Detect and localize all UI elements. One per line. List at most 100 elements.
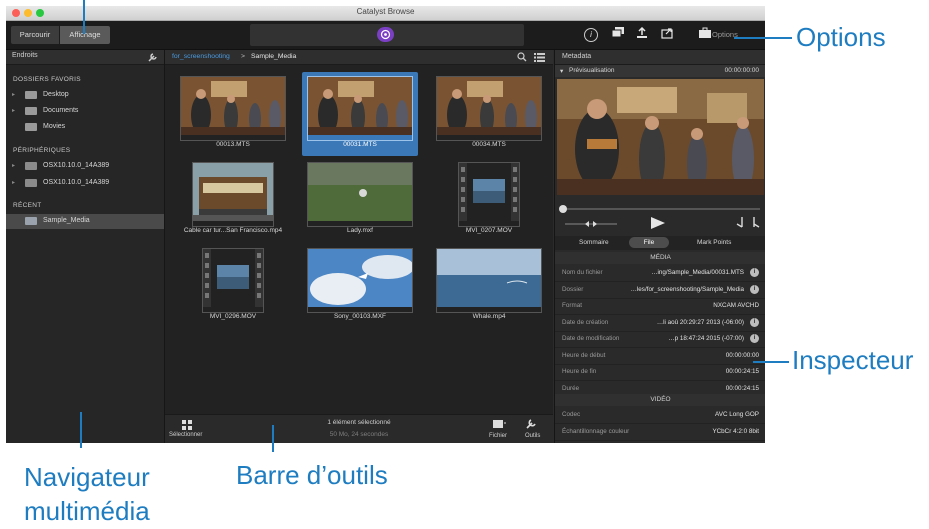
tools-wrench-icon[interactable] [525, 418, 537, 430]
drive-icon [25, 179, 37, 187]
preview-timecode: 00:00:00:00 [724, 67, 759, 74]
video-section-heading: VIDÉO [555, 394, 765, 406]
metadata-key: Nom du fichier [562, 269, 603, 276]
drive-icon [25, 217, 37, 225]
inspector-tabs: Sommaire File Mark Points [555, 236, 765, 250]
callout-line-view-tab [83, 0, 85, 34]
media-thumbnail[interactable] [458, 162, 520, 227]
media-item[interactable]: Whale.mp4 [431, 244, 547, 328]
metadata-key: Échantillonnage couleur [562, 427, 630, 435]
media-thumbnail[interactable] [202, 248, 264, 313]
drive-icon [25, 162, 37, 170]
sidebar-item-device[interactable]: ▸ OSX10.10.0_14A389 [6, 159, 164, 174]
media-filename: MVI_0296.MOV [209, 313, 257, 320]
breadcrumb-parent[interactable]: for_screenshooting [172, 53, 230, 60]
media-filename: 00031.MTS [343, 141, 377, 148]
tab-file[interactable]: File [629, 237, 669, 248]
media-item[interactable]: 00013.MTS [175, 72, 291, 156]
sidebar-item-documents[interactable]: ▸ Documents [6, 104, 164, 119]
info-icon[interactable]: i [584, 28, 598, 42]
disclosure-arrow-icon[interactable]: ▸ [12, 91, 15, 98]
share-icon[interactable] [658, 27, 676, 43]
tab-summary[interactable]: Sommaire [579, 239, 609, 246]
list-view-icon[interactable] [534, 52, 545, 62]
callout-line-options [734, 37, 792, 39]
mark-in-icon[interactable] [735, 217, 745, 229]
play-icon[interactable] [650, 216, 666, 230]
metadata-key: Heure de début [562, 351, 606, 359]
breadcrumb-separator: > [241, 53, 245, 60]
devices-heading: PÉRIPHÉRIQUES [13, 147, 71, 154]
window-title: Catalyst Browse [356, 7, 415, 16]
metadata-key: Heure de fin [562, 368, 597, 375]
media-item[interactable]: MVI_0296.MOV [175, 244, 291, 328]
file-menu-button[interactable]: Fichier [489, 433, 507, 439]
info-icon[interactable]: i [750, 317, 759, 327]
media-item[interactable]: Cable car tur...San Francisco.mp4 [175, 158, 291, 242]
media-thumbnail[interactable] [180, 76, 286, 141]
media-thumbnail[interactable] [307, 76, 413, 141]
media-item[interactable]: 00034.MTS [431, 72, 547, 156]
disclosure-arrow-icon[interactable]: ▸ [12, 107, 15, 114]
disclosure-arrow-icon[interactable]: ▸ [12, 179, 15, 186]
tools-menu-button[interactable]: Outils [525, 433, 540, 439]
callout-options: Options [796, 22, 886, 52]
shuttle-icon[interactable] [565, 219, 617, 229]
metadata-value: …li aoû 20:29:27 2013 (-06:00) [656, 318, 744, 326]
metadata-row: Nom du fichier …ing/Sample_Media/00031.MT… [555, 265, 765, 282]
media-section-heading: MÉDIA [555, 252, 765, 264]
media-thumbnail[interactable] [307, 248, 414, 313]
metadata-row: Dossier …les/for_screenshooting/Sample_Me… [555, 282, 765, 299]
sidebar-item-sample-media[interactable]: Sample_Media [6, 214, 164, 229]
media-item[interactable]: Sony_00103.MXF [302, 244, 418, 328]
media-filename: Sony_00103.MXF [333, 313, 387, 320]
metadata-row: Date de création …li aoû 20:29:27 2013 (-… [555, 315, 765, 332]
media-item[interactable]: 00031.MTS [302, 72, 418, 156]
timeline-scrubber[interactable] [561, 208, 760, 210]
media-browser: for_screenshooting > Sample_Media 00013.… [165, 50, 553, 443]
file-icon[interactable] [493, 419, 507, 429]
sidebar-item-device[interactable]: ▸ OSX10.10.0_14A389 [6, 176, 164, 191]
media-thumbnail[interactable] [436, 76, 542, 141]
options-button[interactable]: Options [712, 26, 742, 44]
metadata-row: Date de modification …p 18:47:24 2015 (-0… [555, 331, 765, 348]
tab-mark-points[interactable]: Mark Points [697, 239, 731, 246]
metadata-row: Format NXCAM AVCHD [555, 298, 765, 315]
media-item[interactable]: MVI_0207.MOV [431, 158, 547, 242]
tab-view[interactable]: Affichage [60, 26, 110, 44]
info-icon[interactable]: i [750, 334, 759, 343]
metadata-value: NXCAM AVCHD [713, 302, 759, 309]
callout-line-toolbar [272, 425, 274, 452]
breadcrumb-current: Sample_Media [251, 53, 297, 60]
sidebar-item-movies[interactable]: Movies [6, 120, 164, 135]
media-filename: Lady.mxf [347, 227, 373, 234]
callout-line-navigator [80, 412, 82, 448]
info-icon[interactable]: i [750, 268, 759, 277]
breadcrumb: for_screenshooting > Sample_Media [165, 50, 553, 65]
metadata-key: Date de modification [562, 335, 620, 342]
title-bar: Catalyst Browse [6, 6, 765, 21]
sidebar-header: Endroits [6, 50, 164, 65]
preview-section-header[interactable]: ▾ Prévisualisation 00:00:00:00 [555, 65, 765, 77]
callout-inspector: Inspecteur [792, 345, 914, 375]
wrench-icon[interactable] [148, 52, 158, 62]
media-filename: Cable car tur...San Francisco.mp4 [183, 227, 283, 234]
tab-browse[interactable]: Parcourir [11, 26, 59, 44]
media-item[interactable]: Lady.mxf [302, 158, 418, 242]
mark-out-icon[interactable] [751, 217, 761, 229]
scrubber-handle[interactable] [559, 205, 567, 213]
media-thumbnail[interactable] [307, 162, 413, 227]
disclosure-arrow-icon[interactable]: ▸ [12, 162, 15, 169]
media-thumbnail[interactable] [192, 162, 274, 227]
metadata-value: AVC Long GOP [715, 411, 759, 418]
search-icon[interactable] [517, 52, 527, 62]
media-thumbnail[interactable] [436, 248, 542, 313]
metadata-value: …les/for_screenshooting/Sample_Media [630, 285, 744, 293]
metadata-key: Date de création [562, 318, 609, 326]
catalyst-logo-icon[interactable] [377, 27, 394, 42]
copy-icon[interactable] [609, 27, 627, 43]
sidebar-item-desktop[interactable]: ▸ Desktop [6, 88, 164, 103]
info-icon[interactable]: i [750, 284, 759, 294]
inspector-panel: Metadata ▾ Prévisualisation 00:00:00:00 [554, 50, 765, 443]
upload-icon[interactable] [633, 26, 651, 43]
